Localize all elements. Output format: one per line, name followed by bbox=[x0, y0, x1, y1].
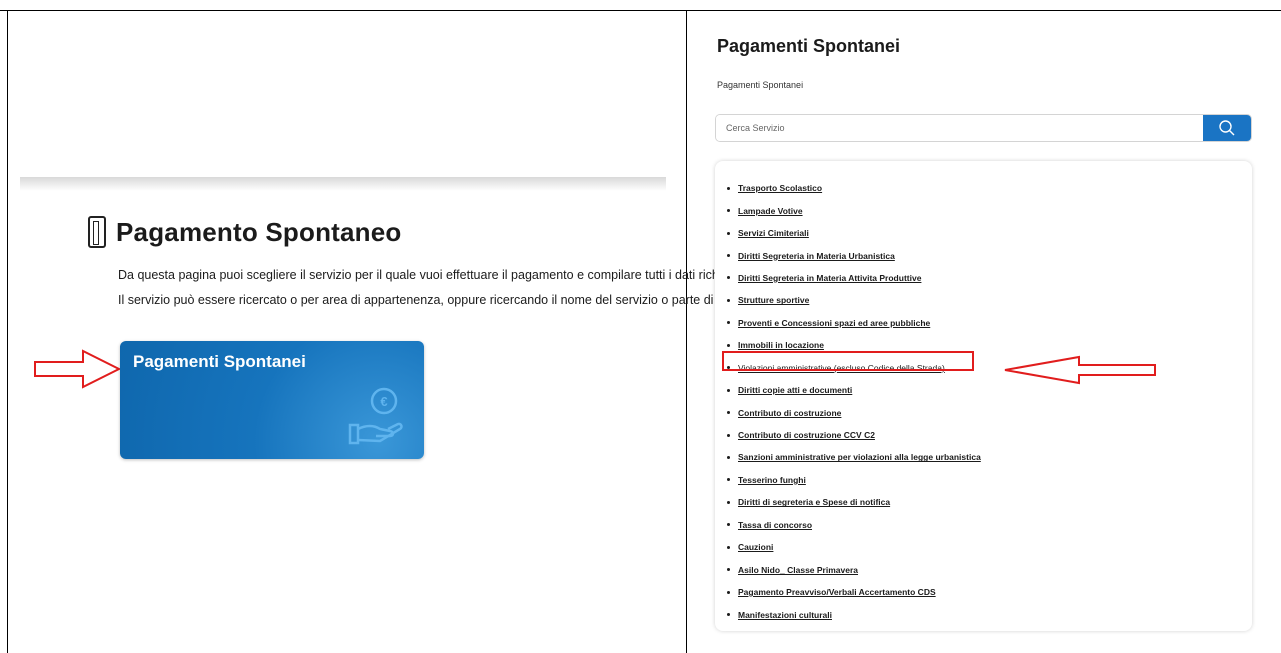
services-page-title: Pagamenti Spontanei bbox=[717, 36, 901, 56]
hand-euro-icon: € bbox=[348, 387, 403, 445]
services-list: Trasporto Scolastico Lampade Votive Serviz… bbox=[727, 177, 981, 626]
service-list-item: Pagamento Preavviso/Verbali Accertamento… bbox=[727, 581, 981, 603]
bullet-icon bbox=[727, 209, 730, 213]
service-list-item: Sanzioni amministrative per violazioni a… bbox=[727, 446, 981, 468]
search-icon bbox=[1219, 120, 1235, 136]
bullet-icon bbox=[727, 478, 730, 482]
service-link[interactable]: Proventi e Concessioni spazi ed aree pub… bbox=[738, 318, 930, 328]
right-panel: Pagamenti Spontanei Pagamenti Spontanei … bbox=[687, 11, 1281, 653]
annotation-arrow-left-icon bbox=[1004, 355, 1156, 385]
service-list-item: Servizi Cimiteriali bbox=[727, 222, 981, 244]
bullet-icon bbox=[727, 433, 730, 437]
service-list-item: Cauzioni bbox=[727, 536, 981, 558]
service-link[interactable]: Manifestazioni culturali bbox=[738, 610, 832, 620]
bullet-icon bbox=[727, 455, 730, 459]
left-panel: Pagamento Spontaneo Da questa pagina puo… bbox=[8, 11, 747, 653]
tile-label: Pagamenti Spontanei bbox=[133, 352, 306, 371]
service-list-item: Contributo di costruzione bbox=[727, 401, 981, 423]
bullet-icon bbox=[727, 321, 730, 325]
bullet-icon bbox=[727, 343, 730, 347]
service-link[interactable]: Tesserino funghi bbox=[738, 475, 806, 485]
payment-card-icon bbox=[88, 216, 106, 248]
service-link[interactable]: Lampade Votive bbox=[738, 206, 803, 216]
pagamenti-spontanei-tile[interactable]: Pagamenti Spontanei € bbox=[120, 341, 424, 459]
services-list-card: Trasporto Scolastico Lampade Votive Serviz… bbox=[715, 161, 1252, 631]
service-link[interactable]: Tassa di concorso bbox=[738, 520, 812, 530]
service-list-item: Diritti di segreteria e Spese di notific… bbox=[727, 491, 981, 513]
service-list-item: Strutture sportive bbox=[727, 289, 981, 311]
bullet-icon bbox=[727, 613, 730, 617]
service-link[interactable]: Contributo di costruzione CCV C2 bbox=[738, 430, 875, 440]
service-link[interactable]: Trasporto Scolastico bbox=[738, 183, 822, 193]
service-list-item: Contributo di costruzione CCV C2 bbox=[727, 424, 981, 446]
service-list-item: Diritti Segreteria in Materia Urbanistic… bbox=[727, 244, 981, 266]
annotation-arrow-right-icon bbox=[34, 349, 122, 389]
search-button[interactable] bbox=[1203, 115, 1251, 141]
search-bar bbox=[715, 114, 1252, 142]
service-list-item: Asilo Nido_ Classe Primavera bbox=[727, 558, 981, 580]
service-link[interactable]: Diritti copie atti e documenti bbox=[738, 385, 852, 395]
bullet-icon bbox=[727, 523, 730, 527]
service-list-item: Trasporto Scolastico bbox=[727, 177, 981, 199]
service-list-item: Tesserino funghi bbox=[727, 469, 981, 491]
service-link[interactable]: Pagamento Preavviso/Verbali Accertamento… bbox=[738, 587, 936, 597]
svg-text:€: € bbox=[380, 394, 387, 409]
bullet-icon bbox=[727, 276, 730, 280]
bullet-icon bbox=[727, 545, 730, 549]
bullet-icon bbox=[727, 186, 730, 190]
service-link[interactable]: Diritti Segreteria in Materia Attivita P… bbox=[738, 273, 921, 283]
service-link[interactable]: Immobili in locazione bbox=[738, 340, 824, 350]
bullet-icon bbox=[727, 254, 730, 258]
service-link[interactable]: Diritti di segreteria e Spese di notific… bbox=[738, 497, 890, 507]
bullet-icon bbox=[727, 568, 730, 572]
service-list-item: Lampade Votive bbox=[727, 199, 981, 221]
service-list-item: Tassa di concorso bbox=[727, 514, 981, 536]
service-link[interactable]: Contributo di costruzione bbox=[738, 408, 841, 418]
page-description-line1: Da questa pagina puoi scegliere il servi… bbox=[118, 268, 745, 282]
service-list-item: Diritti copie atti e documenti bbox=[727, 379, 981, 401]
service-list-item: Proventi e Concessioni spazi ed aree pub… bbox=[727, 312, 981, 334]
service-link[interactable]: Cauzioni bbox=[738, 542, 773, 552]
service-link[interactable]: Diritti Segreteria in Materia Urbanistic… bbox=[738, 251, 895, 261]
bullet-icon bbox=[727, 298, 730, 302]
bullet-icon bbox=[727, 500, 730, 504]
service-link[interactable]: Asilo Nido_ Classe Primavera bbox=[738, 565, 858, 575]
bullet-icon bbox=[727, 411, 730, 415]
service-link[interactable]: Servizi Cimiteriali bbox=[738, 228, 809, 238]
page-description-line2: Il servizio può essere ricercato o per a… bbox=[118, 293, 747, 307]
service-list-item: Diritti Segreteria in Materia Attivita P… bbox=[727, 267, 981, 289]
header-shadow bbox=[20, 177, 666, 191]
annotation-highlight-box bbox=[722, 351, 974, 371]
breadcrumb: Pagamenti Spontanei bbox=[717, 80, 804, 90]
bullet-icon bbox=[727, 231, 730, 235]
bullet-icon bbox=[727, 388, 730, 392]
bullet-icon bbox=[727, 590, 730, 594]
service-link[interactable]: Sanzioni amministrative per violazioni a… bbox=[738, 452, 981, 462]
page-title-group: Pagamento Spontaneo bbox=[88, 216, 402, 248]
search-input[interactable] bbox=[716, 115, 1203, 141]
service-list-item: Manifestazioni culturali bbox=[727, 603, 981, 625]
page-title: Pagamento Spontaneo bbox=[116, 216, 402, 247]
service-link[interactable]: Strutture sportive bbox=[738, 295, 809, 305]
